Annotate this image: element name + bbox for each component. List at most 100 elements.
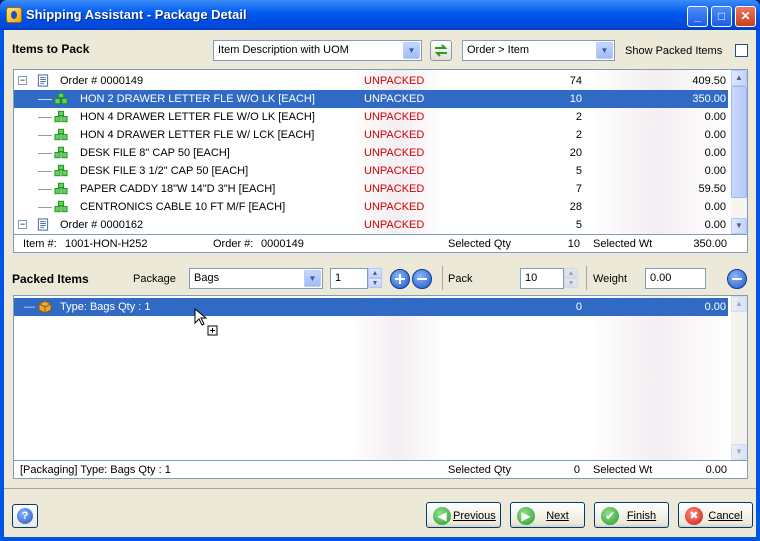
scroll-up-icon[interactable]: ▲ — [731, 70, 747, 86]
row-qty: 28 — [569, 201, 582, 213]
stacked-boxes-icon — [54, 128, 68, 141]
title-bar[interactable]: Shipping Assistant - Package Detail _ □ … — [0, 0, 760, 30]
packed-scrollbar[interactable]: ▲ ▼ — [731, 296, 747, 460]
packed-row-name: Type: Bags Qty : 1 — [60, 301, 151, 313]
window-title: Shipping Assistant - Package Detail — [26, 7, 247, 22]
spin-down-icon[interactable]: ▼ — [564, 278, 578, 288]
scroll-down-icon[interactable]: ▼ — [731, 218, 747, 234]
selected-wt-value: 350.00 — [693, 238, 727, 250]
row-name: CENTRONICS CABLE 10 FT M/F [EACH] — [80, 201, 286, 213]
row-name: DESK FILE 3 1/2" CAP 50 [EACH] — [80, 165, 249, 177]
minimize-button[interactable]: _ — [687, 6, 708, 27]
sort-order-combo[interactable]: Order > Item ▼ — [462, 40, 615, 61]
stacked-boxes-icon — [54, 200, 68, 213]
row-weight: 0.00 — [704, 111, 726, 123]
package-count-spinner[interactable]: ▲ ▼ — [368, 268, 382, 289]
scroll-thumb[interactable] — [731, 86, 747, 198]
close-button[interactable]: ✕ — [735, 6, 756, 27]
package-count-input[interactable]: 1 — [330, 268, 368, 289]
divider — [442, 266, 443, 290]
package-value: Bags — [194, 272, 220, 284]
stacked-boxes-icon — [54, 92, 68, 105]
tree-line-icon — [38, 135, 52, 136]
row-weight: 59.50 — [698, 183, 726, 195]
order-number-value: 0000149 — [261, 238, 304, 250]
show-packed-label: Show Packed Items — [625, 45, 723, 57]
item-row[interactable]: HON 4 DRAWER LETTER FLE W/ LCK [EACH] UNP… — [14, 126, 728, 144]
row-name: DESK FILE 8" CAP 50 [EACH] — [80, 147, 230, 159]
scroll-up-icon[interactable]: ▲ — [731, 296, 747, 312]
row-qty: 5 — [575, 165, 582, 177]
row-qty: 74 — [569, 75, 582, 87]
cancel-x-icon: ✖ — [685, 507, 703, 525]
status-column-band — [350, 296, 444, 460]
add-package-button[interactable] — [390, 269, 410, 289]
help-button[interactable]: ? — [12, 504, 38, 528]
scroll-down-icon[interactable]: ▼ — [731, 444, 747, 460]
tree-line-icon — [38, 207, 52, 208]
spin-up-icon[interactable]: ▲ — [564, 268, 578, 278]
drag-cursor-icon — [194, 308, 218, 336]
maximize-button[interactable]: □ — [711, 6, 732, 27]
packed-grid[interactable]: — Type: Bags Qty : 1 0 0.00 ▲ ▼ — [13, 295, 748, 461]
row-weight: 0.00 — [704, 219, 726, 231]
row-weight: 0.00 — [704, 165, 726, 177]
packed-row-qty: 0 — [575, 301, 582, 313]
item-number-label: Item #: — [23, 238, 57, 250]
row-status: UNPACKED — [364, 165, 425, 177]
packed-status-bar: [Packaging] Type: Bags Qty : 1 Selected … — [13, 460, 748, 479]
spin-up-icon[interactable]: ▲ — [368, 268, 382, 278]
row-status: UNPACKED — [364, 219, 425, 231]
items-grid[interactable]: − Order # 0000149 UNPACKED 74 409.50 HON 2 DR… — [13, 69, 748, 235]
packed-row[interactable]: — Type: Bags Qty : 1 0 0.00 — [14, 298, 728, 316]
row-status: UNPACKED — [364, 93, 425, 105]
arrow-left-icon: ◀ — [433, 507, 451, 525]
pack-qty-input[interactable]: 10 — [520, 268, 564, 289]
package-label: Package — [133, 273, 176, 285]
selected-qty-value: 0 — [573, 464, 580, 476]
row-status: UNPACKED — [364, 147, 425, 159]
selected-qty-label: Selected Qty — [448, 238, 511, 250]
pack-label: Pack — [448, 273, 473, 285]
collapse-icon[interactable]: − — [18, 76, 27, 85]
chevron-down-icon[interactable]: ▼ — [596, 42, 613, 59]
item-row[interactable]: HON 4 DRAWER LETTER FLE W/O LK [EACH] UNP… — [14, 108, 728, 126]
spin-down-icon[interactable]: ▼ — [368, 278, 382, 288]
item-row[interactable]: DESK FILE 8" CAP 50 [EACH] UNPACKED 20 0.00 — [14, 144, 728, 162]
item-row[interactable]: CENTRONICS CABLE 10 FT M/F [EACH] UNPACKE… — [14, 198, 728, 216]
cancel-label: Cancel — [708, 510, 743, 522]
swap-view-button[interactable] — [430, 40, 452, 61]
items-scrollbar[interactable]: ▲ ▼ — [731, 70, 747, 234]
show-packed-checkbox[interactable] — [735, 44, 748, 57]
stacked-boxes-icon — [54, 110, 68, 123]
order-document-icon — [37, 74, 49, 87]
order-row[interactable]: − Order # 0000162 UNPACKED 5 0.00 — [14, 216, 728, 234]
finish-button[interactable]: ✔ Finish — [594, 502, 669, 528]
collapse-icon[interactable]: − — [18, 220, 27, 229]
next-button[interactable]: ▶ Next — [510, 502, 585, 528]
tree-line-icon — [38, 117, 52, 118]
window-client: Items to Pack Item Description with UOM … — [4, 30, 756, 537]
remove-package-button[interactable] — [412, 269, 432, 289]
cancel-button[interactable]: ✖ Cancel — [678, 502, 753, 528]
next-label: Next — [546, 510, 569, 522]
pack-qty-spinner[interactable]: ▲ ▼ — [564, 268, 578, 289]
item-row[interactable]: PAPER CADDY 18"W 14"D 3"H [EACH] UNPACKED… — [14, 180, 728, 198]
tree-line-icon — [38, 189, 52, 190]
weight-input[interactable]: 0.00 — [645, 268, 706, 289]
previous-button[interactable]: ◀ Previous — [426, 502, 501, 528]
chevron-down-icon[interactable]: ▼ — [403, 42, 420, 59]
item-row[interactable]: DESK FILE 3 1/2" CAP 50 [EACH] UNPACKED 5 0… — [14, 162, 728, 180]
row-qty: 5 — [575, 219, 582, 231]
package-combo[interactable]: Bags ▼ — [189, 268, 323, 289]
item-view-combo[interactable]: Item Description with UOM ▼ — [213, 40, 422, 61]
order-row[interactable]: − Order # 0000149 UNPACKED 74 409.50 — [14, 72, 728, 90]
arrow-right-icon: ▶ — [517, 507, 535, 525]
item-row[interactable]: HON 2 DRAWER LETTER FLE W/O LK [EACH] UNP… — [14, 90, 728, 108]
chevron-down-icon[interactable]: ▼ — [304, 270, 321, 287]
apply-weight-button[interactable] — [727, 269, 747, 289]
order-number-label: Order #: — [213, 238, 254, 250]
sort-order-value: Order > Item — [467, 44, 530, 56]
row-name: HON 4 DRAWER LETTER FLE W/ LCK [EACH] — [80, 129, 315, 141]
row-name: Order # 0000162 — [60, 219, 144, 231]
